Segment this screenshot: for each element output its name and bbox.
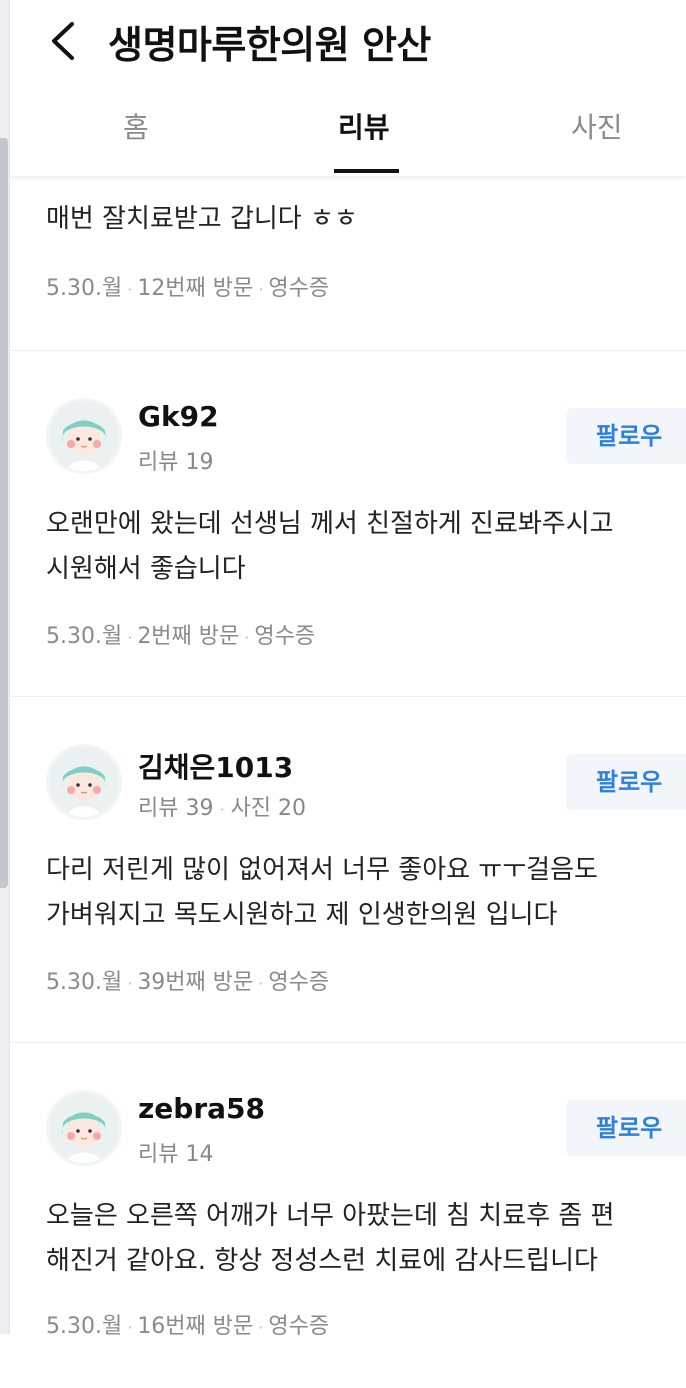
review-text-line: 오늘은 오른쪽 어깨가 너무 아팠는데 침 치료후 좀 편	[46, 1201, 615, 1231]
follow-button[interactable]: 팔로우	[566, 1100, 686, 1156]
visit-date: 5.30.월	[46, 276, 123, 301]
separator-dot: ·	[127, 628, 133, 647]
tab-review[interactable]: 리뷰	[338, 106, 390, 146]
separator-dot: ·	[127, 280, 133, 299]
page-header: 생명마루한의원 안산 홈 리뷰 사진	[10, 0, 686, 176]
follow-button[interactable]: 팔로우	[566, 408, 686, 464]
receipt-label: 영수증	[268, 276, 330, 301]
review-text-line: 다리 저린게 많이 없어져서 너무 좋아요 ㅠㅜ걸음도	[46, 855, 598, 885]
review-meta: 5.30.월 · 12번째 방문 · 영수증	[46, 270, 329, 302]
review-meta: 5.30.월 · 39번째 방문 · 영수증	[46, 964, 329, 996]
receipt-label: 영수증	[268, 1314, 330, 1339]
review-text: 오랜만에 왔는데 선생님 께서 친절하게 진료봐주시고 시원해서 좋습니다	[46, 502, 686, 592]
visit-date: 5.30.월	[46, 970, 123, 995]
review-count: 리뷰 19	[138, 450, 214, 475]
chevron-left-icon	[40, 12, 90, 68]
separator-dot: ·	[258, 280, 264, 299]
avatar[interactable]	[46, 398, 122, 474]
tab-bar: 홈 리뷰 사진	[10, 96, 686, 176]
review-text: 다리 저린게 많이 없어져서 너무 좋아요 ㅠㅜ걸음도 가벼워지고 목도시원하고…	[46, 848, 686, 938]
review-text: 매번 잘치료받고 갑니다 ㅎㅎ	[46, 197, 686, 242]
review-count: 리뷰 14	[138, 1142, 214, 1167]
review-text-line: 시원해서 좋습니다	[46, 554, 246, 584]
review-text-line: 오랜만에 왔는데 선생님 께서 친절하게 진료봐주시고	[46, 509, 614, 539]
reviewer-nickname[interactable]: 김채은1013	[138, 746, 293, 786]
review-meta: 5.30.월 · 16번째 방문 · 영수증	[46, 1308, 329, 1340]
visit-count: 12번째 방문	[137, 276, 254, 301]
visit-date: 5.30.월	[46, 624, 123, 649]
reviewer-nickname[interactable]: Gk92	[138, 400, 219, 433]
review-meta: 5.30.월 · 2번째 방문 · 영수증	[46, 618, 315, 650]
scrollbar-thumb[interactable]	[0, 138, 8, 888]
reviewer-stats: 리뷰 39 · 사진 20	[138, 790, 306, 822]
review-item: zebra58 리뷰 14 팔로우 오늘은 오른쪽 어깨가 너무 아팠는데 침 …	[10, 1042, 686, 1388]
photo-count: 사진 20	[230, 796, 307, 821]
reviewer-stats: 리뷰 19	[138, 444, 213, 476]
visit-count: 16번째 방문	[137, 1314, 254, 1339]
tab-home[interactable]: 홈	[123, 106, 149, 146]
reviewer-stats: 리뷰 14	[138, 1136, 213, 1168]
reviewer-nickname[interactable]: zebra58	[138, 1092, 265, 1125]
receipt-label: 영수증	[268, 970, 330, 995]
review-text: 오늘은 오른쪽 어깨가 너무 아팠는데 침 치료후 좀 편 해진거 같아요. 항…	[46, 1194, 686, 1284]
visit-count: 2번째 방문	[137, 624, 240, 649]
review-text-line: 매번 잘치료받고 갑니다 ㅎㅎ	[46, 204, 358, 234]
tab-photo[interactable]: 사진	[571, 106, 623, 146]
review-item: Gk92 리뷰 19 팔로우 오랜만에 왔는데 선생님 께서 친절하게 진료봐주…	[10, 350, 686, 697]
page-title: 생명마루한의원 안산	[108, 23, 431, 67]
review-text-line: 가벼워지고 목도시원하고 제 인생한의원 입니다	[46, 900, 558, 930]
separator-dot: ·	[127, 1318, 133, 1337]
follow-button[interactable]: 팔로우	[566, 754, 686, 810]
active-tab-indicator	[334, 169, 399, 173]
review-item: 매번 잘치료받고 갑니다 ㅎㅎ 5.30.월 · 12번째 방문 · 영수증	[10, 176, 686, 351]
visit-count: 39번째 방문	[137, 970, 254, 995]
receipt-label: 영수증	[254, 624, 316, 649]
avatar[interactable]	[46, 744, 122, 820]
back-button[interactable]	[40, 12, 90, 68]
review-item: 김채은1013 리뷰 39 · 사진 20 팔로우 다리 저린게 많이 없어져서 너…	[10, 696, 686, 1043]
review-count: 리뷰 39	[138, 796, 214, 821]
separator-dot: ·	[258, 1318, 264, 1337]
separator-dot: ·	[244, 628, 250, 647]
left-scroll-rail	[0, 0, 10, 1334]
separator-dot: ·	[219, 800, 225, 819]
review-text-line: 해진거 같아요. 항상 정성스런 치료에 감사드립니다	[46, 1246, 598, 1276]
separator-dot: ·	[258, 974, 264, 993]
avatar[interactable]	[46, 1090, 122, 1166]
separator-dot: ·	[127, 974, 133, 993]
visit-date: 5.30.월	[46, 1314, 123, 1339]
